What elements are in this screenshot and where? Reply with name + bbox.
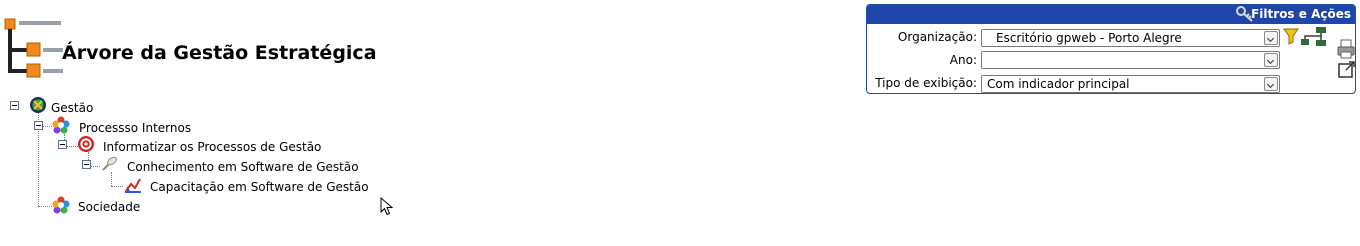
organizacao-value: Escritório gpweb - Porto Alegre bbox=[996, 31, 1182, 45]
gestao-globe-icon bbox=[30, 97, 46, 113]
strategic-tree-logo-icon bbox=[4, 18, 63, 78]
perspective-flower-icon bbox=[52, 116, 70, 134]
org-chart-icon[interactable] bbox=[1300, 26, 1328, 48]
print-icon[interactable] bbox=[1337, 39, 1355, 59]
tree-node-conhecimento[interactable]: Conhecimento em Software de Gestão bbox=[127, 160, 359, 174]
tree-connector bbox=[111, 172, 112, 186]
tree-connector bbox=[111, 186, 123, 187]
filter-icon[interactable] bbox=[1283, 27, 1299, 45]
tree-node-sociedade[interactable]: Sociedade bbox=[78, 200, 140, 214]
tree-node-gestao[interactable]: Gestão bbox=[51, 101, 93, 115]
filter-panel-title: Filtros e Ações bbox=[1251, 7, 1351, 21]
page-title: Árvore da Gestão Estratégica bbox=[62, 42, 377, 64]
target-icon bbox=[78, 136, 94, 152]
tipo-exibicao-value: Com indicador principal bbox=[987, 77, 1130, 91]
chevron-down-icon[interactable] bbox=[1264, 31, 1278, 45]
pin-icon bbox=[102, 156, 117, 171]
ano-select[interactable] bbox=[981, 51, 1280, 69]
chevron-down-icon[interactable] bbox=[1264, 77, 1278, 91]
tree-node-processos-internos[interactable]: Processso Internos bbox=[79, 121, 191, 135]
collapse-toggle[interactable] bbox=[82, 160, 91, 169]
chevron-down-icon[interactable] bbox=[1264, 53, 1278, 67]
ano-label: Ano: bbox=[949, 53, 977, 67]
tree-connector bbox=[38, 206, 52, 207]
collapse-toggle[interactable] bbox=[58, 140, 67, 149]
filter-panel-header: Filtros e Ações bbox=[867, 5, 1355, 24]
tree-node-informatizar[interactable]: Informatizar os Processos de Gestão bbox=[103, 140, 321, 154]
tree-node-capacitacao[interactable]: Capacitação em Software de Gestão bbox=[150, 180, 369, 194]
open-window-icon[interactable] bbox=[1338, 60, 1356, 78]
tipo-exibicao-select[interactable]: Com indicador principal bbox=[981, 75, 1280, 93]
organizacao-select[interactable]: Escritório gpweb - Porto Alegre bbox=[981, 29, 1280, 47]
mouse-cursor-icon bbox=[380, 197, 394, 216]
collapse-toggle[interactable] bbox=[34, 121, 43, 130]
filter-panel: Filtros e Ações Organização: Escritório … bbox=[866, 4, 1356, 94]
collapse-toggle[interactable] bbox=[10, 101, 19, 110]
chart-flag-icon bbox=[125, 178, 141, 193]
tipo-exibicao-label: Tipo de exibição: bbox=[875, 76, 977, 90]
organizacao-label: Organização: bbox=[897, 30, 977, 44]
perspective-flower-icon bbox=[52, 196, 70, 214]
